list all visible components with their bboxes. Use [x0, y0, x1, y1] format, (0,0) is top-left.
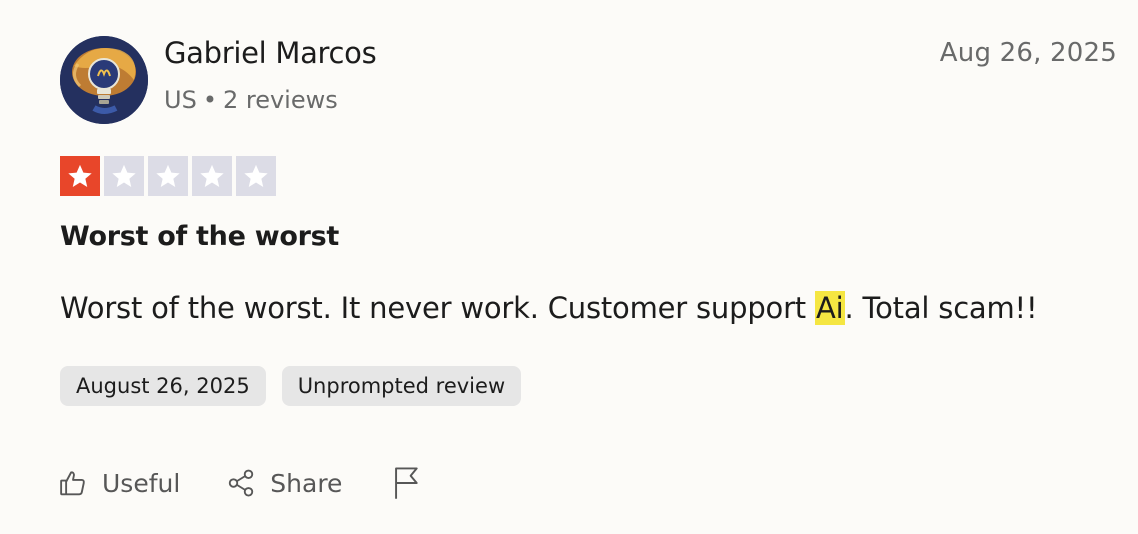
share-icon — [229, 469, 254, 497]
review-body: Worst of the worst. It never work. Custo… — [60, 291, 1038, 325]
review-date: Aug 26, 2025 — [939, 38, 1117, 68]
star-icon-filled — [60, 156, 100, 196]
tag-unprompted-review[interactable]: Unprompted review — [281, 366, 522, 406]
reviewer-meta: US • 2 reviews — [164, 86, 338, 114]
report-flag-button[interactable] — [392, 466, 422, 500]
review-tags: August 26, 2025 Unprompted review — [60, 366, 522, 406]
highlighted-term: Ai — [815, 291, 845, 325]
useful-button[interactable]: Useful — [58, 468, 180, 498]
review-text-part: . Total scam!! — [844, 291, 1038, 325]
star-icon-empty — [192, 156, 232, 196]
review-card: Gabriel Marcos US • 2 reviews Aug 26, 2025… — [0, 0, 1138, 534]
flag-icon — [395, 467, 419, 499]
meta-separator: • — [202, 86, 217, 114]
star-icon-empty — [104, 156, 144, 196]
share-button[interactable]: Share — [226, 468, 342, 498]
review-text-part: Worst of the worst. It never work. Custo… — [60, 291, 815, 325]
lightbulb-avatar-icon — [60, 36, 148, 124]
reviewer-review-count[interactable]: 2 reviews — [223, 86, 338, 114]
review-title: Worst of the worst — [60, 221, 339, 252]
star-icon-empty — [148, 156, 188, 196]
reviewer-name[interactable]: Gabriel Marcos — [164, 36, 377, 70]
star-icon-empty — [236, 156, 276, 196]
star-rating — [60, 156, 276, 196]
thumbs-up-icon — [60, 471, 85, 496]
reviewer-country: US — [164, 86, 197, 114]
avatar[interactable] — [60, 36, 148, 124]
useful-label: Useful — [102, 468, 181, 498]
review-actions: Useful Share — [58, 466, 422, 500]
share-label: Share — [270, 468, 343, 498]
tag-experience-date: August 26, 2025 — [60, 366, 266, 406]
